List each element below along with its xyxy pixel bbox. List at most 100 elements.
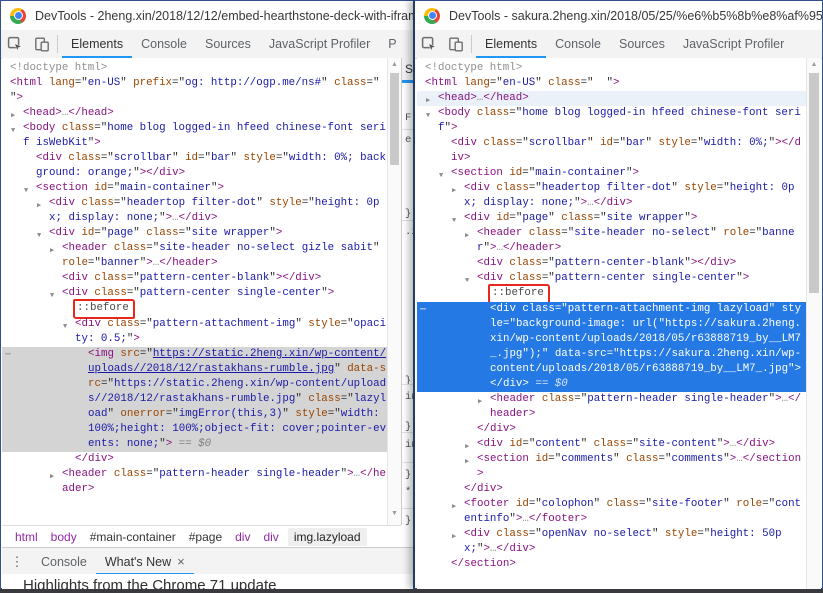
expand-arrow-icon[interactable]: ▶	[50, 470, 54, 485]
breadcrumb-item[interactable]: img.lazyload	[287, 528, 367, 546]
device-toolbar-button[interactable]	[442, 30, 469, 58]
element-overlay-dots-icon: ⋯	[5, 350, 13, 361]
dom-tree-line[interactable]: <!doctype html>	[417, 61, 806, 76]
dom-tree-line[interactable]: ⋯ <img src="https://static.2heng.xin/wp-c…	[2, 347, 387, 452]
right-tree-scrollbar[interactable]: ▲	[806, 58, 821, 589]
code-token: "	[587, 137, 601, 149]
dom-tree-line[interactable]: ▼ <div id="page" class="site wrapper">	[2, 226, 387, 241]
dom-tree-line[interactable]: ▶ <div id="content" class="site-content">…	[417, 437, 806, 452]
dom-tree-line[interactable]: <html lang="en-US" prefix="og: http://og…	[2, 76, 387, 106]
dom-tree-line[interactable]: ::before	[417, 284, 806, 304]
breadcrumb-item[interactable]: #page	[189, 530, 222, 544]
expand-arrow-icon[interactable]: ▶	[452, 184, 456, 199]
tab-sources[interactable]: Sources	[196, 30, 260, 58]
dom-tree-line[interactable]: ▶ <div class="headertop filter-dot" style…	[417, 181, 806, 211]
dom-tree-line[interactable]: <!doctype html>	[2, 61, 387, 76]
breadcrumb-item[interactable]: #main-container	[90, 530, 176, 544]
dom-tree-line[interactable]: <div class="pattern-center-blank"></div>	[417, 256, 806, 271]
dom-tree-line[interactable]: ▼ <div class="pattern-attachment-img" sty…	[2, 317, 387, 347]
tab-console[interactable]: Console	[546, 30, 610, 58]
scrollbar-thumb[interactable]	[390, 73, 399, 165]
breadcrumb-item[interactable]: body	[51, 530, 77, 544]
breadcrumb-item[interactable]: div	[235, 530, 250, 544]
expand-arrow-icon[interactable]: ▶	[465, 229, 469, 244]
dom-tree-line[interactable]: ▼ <section id="main-container">	[2, 181, 387, 196]
expand-arrow-icon[interactable]: ▶	[452, 530, 456, 545]
expand-arrow-icon[interactable]: ▶	[37, 199, 41, 214]
breadcrumb-item[interactable]: div	[263, 530, 278, 544]
collapse-arrow-icon[interactable]: ▼	[11, 124, 15, 139]
scroll-up-icon[interactable]: ▲	[388, 61, 401, 68]
left-tree-scrollbar[interactable]: ▲ ▼	[387, 58, 401, 525]
inspect-element-button[interactable]	[415, 30, 442, 58]
dom-tree-line[interactable]: </section>	[417, 557, 806, 572]
dom-tree-line[interactable]: ▶ <header class="site-header no-select gi…	[2, 241, 387, 271]
dom-tree-line[interactable]: ▶ <head>…</head>	[2, 106, 387, 121]
dom-tree-line[interactable]: ▼ <body class="home blog logged-in hfeed …	[417, 106, 806, 136]
tab-elements[interactable]: Elements	[62, 30, 133, 58]
dom-tree-line[interactable]: </div>	[417, 482, 806, 497]
dom-tree-line[interactable]: <div class="scrollbar" id="bar" style="w…	[417, 136, 806, 166]
device-toolbar-button[interactable]	[28, 30, 55, 58]
dom-tree-line[interactable]: ▼ <div id="page" class="site wrapper">	[417, 211, 806, 226]
dom-tree-line[interactable]: ::before	[2, 299, 387, 319]
tab-label: Console	[141, 37, 187, 51]
code-token: </div>	[697, 257, 737, 269]
code-token: ="	[94, 122, 108, 134]
dom-tree-line[interactable]: </div>	[417, 422, 806, 437]
code-token: <body	[23, 122, 56, 134]
dom-tree-line[interactable]: <html lang="en-US" class=" ">	[417, 76, 806, 91]
expand-arrow-icon[interactable]: ▶	[465, 455, 469, 470]
code-token: role	[736, 498, 763, 510]
dom-tree-line[interactable]: ▶ <div class="openNav no-select" style="h…	[417, 527, 806, 557]
code-token: bar	[626, 137, 646, 149]
scroll-down-icon[interactable]: ▼	[388, 510, 401, 517]
code-token: class	[548, 77, 581, 89]
code-token: <section	[36, 182, 88, 194]
dom-tree-line[interactable]: ▼ <body class="home blog logged-in hfeed …	[2, 121, 387, 151]
tab-javascript-profiler[interactable]: JavaScript Profiler	[674, 30, 793, 58]
scrollbar-thumb[interactable]	[809, 73, 819, 293]
collapse-arrow-icon[interactable]: ▼	[63, 320, 67, 335]
whats-new-panel: Highlights from the Chrome 71 update	[2, 574, 414, 589]
drawer-menu-icon[interactable]: ⋮	[2, 548, 32, 575]
breadcrumb-item[interactable]: html	[15, 530, 38, 544]
expand-arrow-icon[interactable]: ▶	[50, 244, 54, 259]
tab-sources[interactable]: Sources	[610, 30, 674, 58]
code-token: style	[658, 137, 691, 149]
inspect-element-button[interactable]	[1, 30, 28, 58]
tab-javascript-profiler[interactable]: JavaScript Profiler	[260, 30, 379, 58]
dom-tree-line[interactable]: </div>	[2, 452, 387, 467]
dom-tree-line[interactable]: ▼ <div class="pattern-center single-cente…	[2, 286, 387, 301]
collapse-arrow-icon[interactable]: ▼	[426, 109, 430, 124]
code-token: <div	[451, 137, 477, 149]
tab-what-s-new[interactable]: What's New ×	[95, 548, 194, 575]
dom-tree-line[interactable]: ▶ <section id="comments" class="comments"…	[417, 452, 806, 482]
expand-arrow-icon[interactable]: ▶	[478, 395, 482, 410]
scroll-up-icon[interactable]: ▲	[807, 61, 821, 68]
dom-tree-line[interactable]: ▶ <header class="site-header no-select" r…	[417, 226, 806, 256]
dom-tree-line[interactable]: <div class="pattern-center-blank"></div>	[2, 271, 387, 286]
dom-tree-line[interactable]: <div class="scrollbar" id="bar" style="w…	[2, 151, 387, 181]
tab-console[interactable]: Console	[132, 30, 196, 58]
dom-tree-line[interactable]: ▼ <div class="pattern-center single-cente…	[417, 271, 806, 286]
tab-console[interactable]: Console	[32, 548, 96, 575]
dom-tree-line[interactable]: ▶ <head>…</head>	[417, 91, 806, 106]
code-token: == $0	[172, 438, 212, 450]
dom-tree-line[interactable]: ▼ <section id="main-container">	[417, 166, 806, 181]
code-token: <img	[88, 348, 114, 360]
dom-tree-line[interactable]: ▶ <header class="pattern-header single-he…	[417, 392, 806, 422]
code-token: ="	[574, 393, 588, 405]
dom-tree-line[interactable]: ▶ <footer id="colophon" class="site-foote…	[417, 497, 806, 527]
close-icon[interactable]: ×	[177, 555, 185, 568]
tab-styles-partial[interactable]: S	[405, 62, 413, 76]
dom-tree-line[interactable]: ⋯ <div class="pattern-attachment-img lazy…	[417, 302, 806, 392]
dom-tree-line[interactable]: ▶ <header class="pattern-header single-he…	[2, 467, 387, 497]
code-token: >	[217, 182, 224, 194]
code-token: class	[94, 272, 127, 284]
code-token: ="	[690, 137, 704, 149]
tab-elements[interactable]: Elements	[476, 30, 547, 58]
expand-arrow-icon[interactable]: ▶	[452, 500, 456, 515]
tab-p[interactable]: P	[379, 30, 405, 58]
dom-tree-line[interactable]: ▶ <div class="headertop filter-dot" style…	[2, 196, 387, 226]
